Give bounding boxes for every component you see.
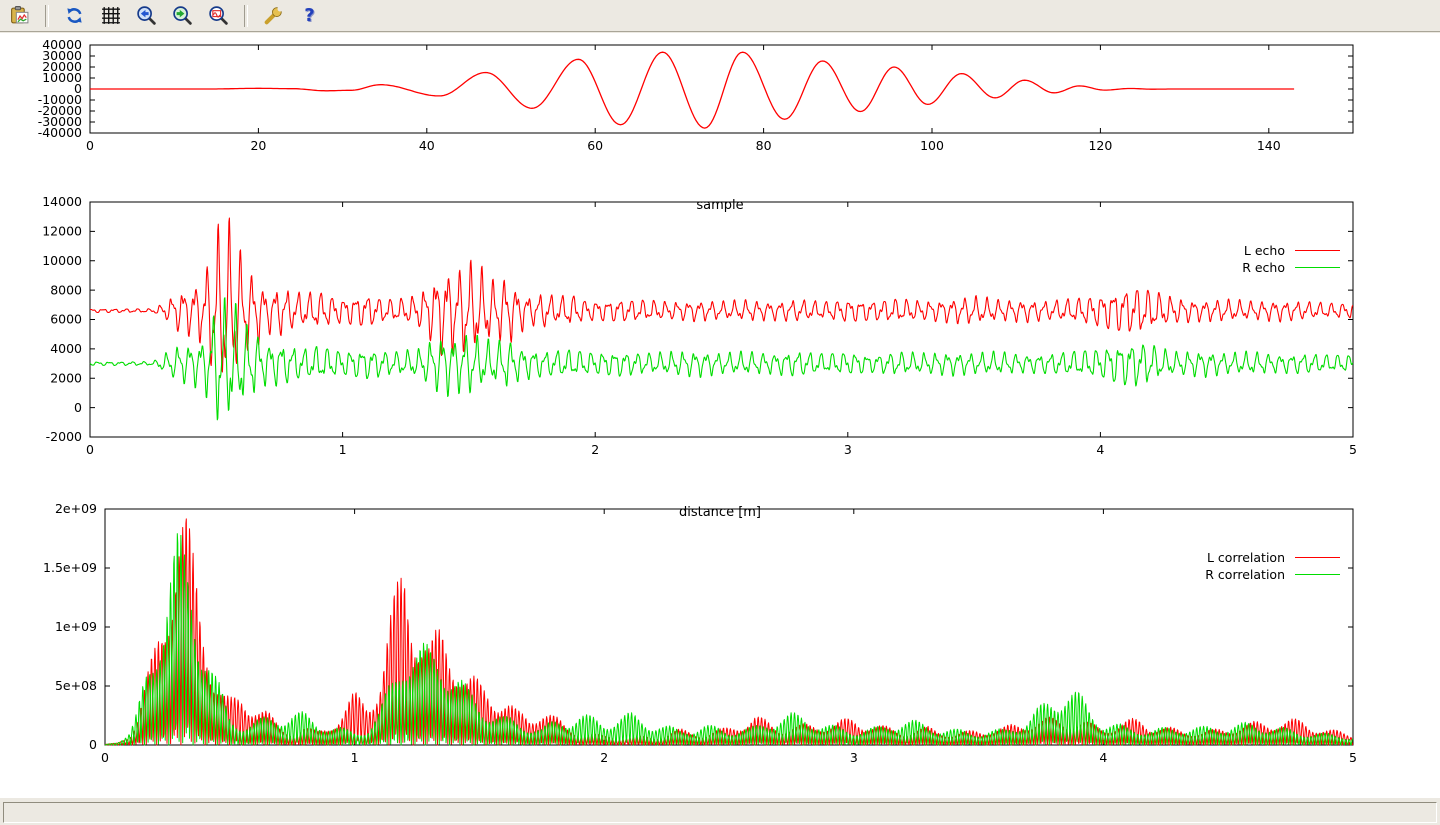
svg-text:3: 3 xyxy=(850,750,858,765)
legend-line-sample xyxy=(1295,267,1340,268)
legend-line-sample xyxy=(1295,574,1340,575)
zoom-next-icon xyxy=(172,5,193,26)
autoscale-icon xyxy=(208,5,229,26)
config-button[interactable] xyxy=(260,2,287,29)
clipboard-chart-icon xyxy=(9,5,30,26)
help-icon: ? xyxy=(304,5,314,26)
svg-text:5e+08: 5e+08 xyxy=(55,678,97,693)
legend-entry: L echo xyxy=(1244,244,1340,257)
svg-text:140: 140 xyxy=(1257,138,1281,153)
toolbar: ? xyxy=(0,0,1440,32)
svg-text:0: 0 xyxy=(74,400,82,415)
legend-label-r-correlation: R correlation xyxy=(1205,568,1285,581)
svg-text:100: 100 xyxy=(920,138,944,153)
plot-canvas: 020406080100120140-40000-30000-20000-100… xyxy=(0,33,1440,797)
replot-button[interactable] xyxy=(61,2,88,29)
svg-text:1.5e+09: 1.5e+09 xyxy=(43,560,97,575)
svg-text:80: 80 xyxy=(756,138,772,153)
svg-text:40: 40 xyxy=(419,138,435,153)
svg-text:4000: 4000 xyxy=(50,341,82,356)
legend-line-sample xyxy=(1295,250,1340,251)
svg-text:0: 0 xyxy=(86,442,94,457)
grid-icon xyxy=(100,5,121,26)
svg-text:60: 60 xyxy=(587,138,603,153)
autoscale-button[interactable] xyxy=(205,2,232,29)
svg-text:1: 1 xyxy=(351,750,359,765)
svg-text:0: 0 xyxy=(101,750,109,765)
svg-text:40000: 40000 xyxy=(42,37,82,52)
status-bar xyxy=(0,797,1440,825)
svg-text:5: 5 xyxy=(1349,442,1357,457)
svg-text:5: 5 xyxy=(1349,750,1357,765)
echo-legend: L echo R echo xyxy=(1242,244,1340,274)
status-message xyxy=(3,802,1437,823)
svg-text:120: 120 xyxy=(1088,138,1112,153)
svg-text:10000: 10000 xyxy=(42,253,82,268)
gnuplot-window: ? 020406080100120140-40000-30000-20000-1… xyxy=(0,0,1440,825)
legend-entry: R correlation xyxy=(1205,568,1340,581)
svg-text:4: 4 xyxy=(1096,442,1104,457)
correlation-legend: L correlation R correlation xyxy=(1205,551,1340,581)
svg-text:3: 3 xyxy=(844,442,852,457)
legend-label-r-echo: R echo xyxy=(1242,261,1285,274)
svg-text:12000: 12000 xyxy=(42,224,82,239)
svg-text:1e+09: 1e+09 xyxy=(55,619,97,634)
waveform-xaxis-label: sample xyxy=(0,198,1440,213)
svg-text:0: 0 xyxy=(86,138,94,153)
legend-entry: R echo xyxy=(1242,261,1340,274)
svg-text:2000: 2000 xyxy=(50,370,82,385)
replot-icon xyxy=(64,5,85,26)
zoom-previous-icon xyxy=(136,5,157,26)
svg-text:6000: 6000 xyxy=(50,312,82,327)
svg-text:0: 0 xyxy=(89,737,97,752)
svg-text:8000: 8000 xyxy=(50,282,82,297)
grid-toggle-button[interactable] xyxy=(97,2,124,29)
legend-entry: L correlation xyxy=(1207,551,1340,564)
help-button[interactable]: ? xyxy=(296,2,323,29)
svg-text:2: 2 xyxy=(600,750,608,765)
legend-line-sample xyxy=(1295,557,1340,558)
svg-text:20: 20 xyxy=(250,138,266,153)
svg-text:-2000: -2000 xyxy=(46,429,82,444)
svg-text:2: 2 xyxy=(591,442,599,457)
legend-label-l-echo: L echo xyxy=(1244,244,1285,257)
svg-text:1: 1 xyxy=(339,442,347,457)
wrench-icon xyxy=(263,5,284,26)
charts-svg[interactable]: 020406080100120140-40000-30000-20000-100… xyxy=(0,33,1440,797)
toolbar-separator xyxy=(45,5,49,27)
legend-label-l-correlation: L correlation xyxy=(1207,551,1285,564)
toolbar-separator xyxy=(244,5,248,27)
echo-xaxis-label: distance [m] xyxy=(0,505,1440,520)
zoom-previous-button[interactable] xyxy=(133,2,160,29)
zoom-next-button[interactable] xyxy=(169,2,196,29)
copy-to-clipboard-button[interactable] xyxy=(6,2,33,29)
svg-text:4: 4 xyxy=(1099,750,1107,765)
